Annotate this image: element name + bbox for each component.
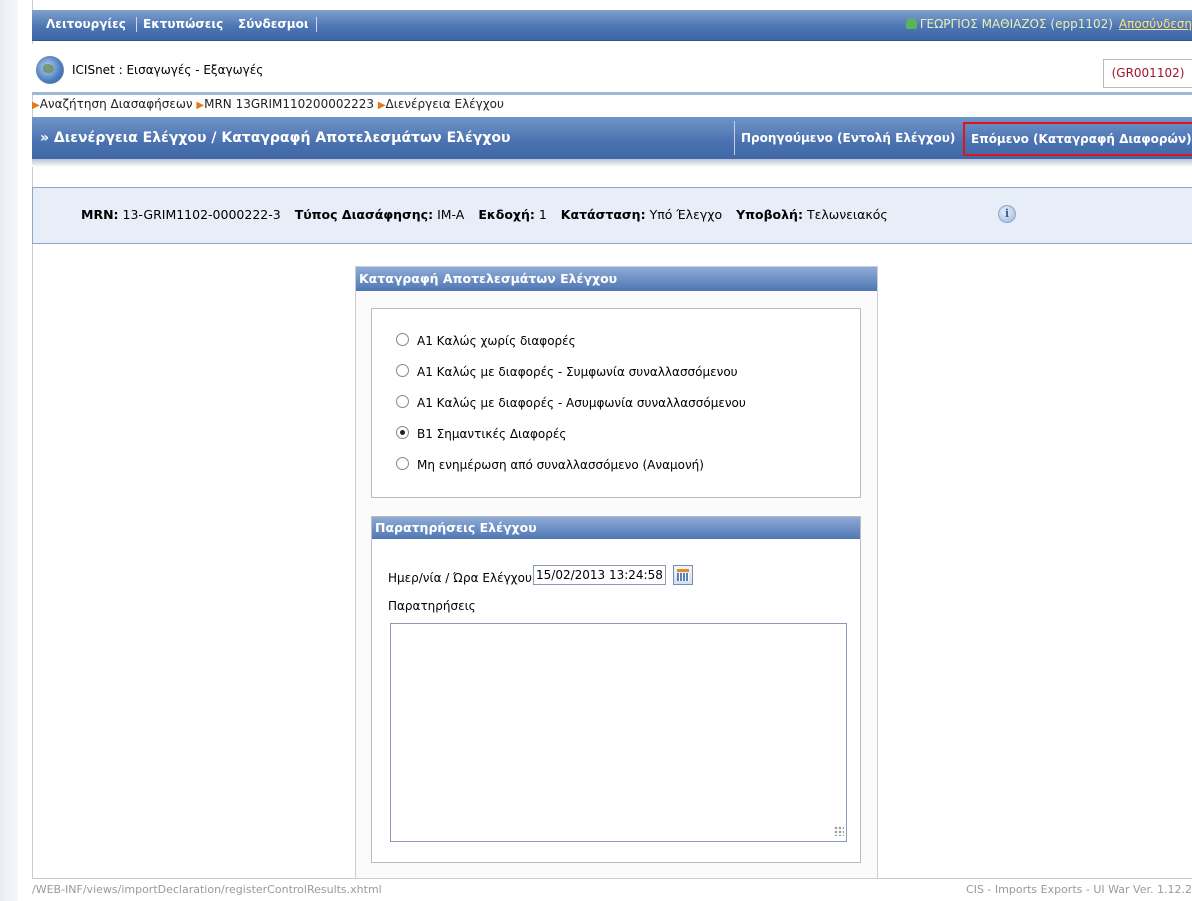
result-option[interactable]: Α1 Καλώς με διαφορές - Συμφωνία συναλλασ… [396, 364, 738, 384]
info-icon[interactable]: i [998, 205, 1016, 223]
remarks-header: Παρατηρήσεις Ελέγχου [372, 517, 860, 539]
office-code-badge: (GR001102) [1103, 59, 1192, 88]
remarks-textarea[interactable] [390, 623, 847, 842]
mrn-label: MRN: [81, 207, 119, 222]
mrn-value: 13-GRIM1102-0000222-3 [122, 207, 281, 222]
user-icon [905, 18, 917, 29]
version-label: Εκδοχή: [478, 207, 535, 222]
control-date-input[interactable] [533, 565, 666, 585]
control-results-panel: Καταγραφή Αποτελεσμάτων Ελέγχου Α1 Καλώς… [355, 266, 878, 879]
result-option-label: Α1 Καλώς με διαφορές - Συμφωνία συναλλασ… [417, 365, 738, 379]
breadcrumb-arrow-icon: ▶ [196, 100, 205, 111]
submit-label: Υποβολή: [736, 207, 803, 222]
radio-button[interactable] [396, 395, 409, 408]
footer-view-path: /WEB-INF/views/importDeclaration/registe… [32, 883, 382, 896]
user-name: ΓΕΩΡΓΙΟΣ ΜΑΘΙΑΖΟΣ (epp1102) [919, 17, 1113, 31]
app-title-row: ICISnet : Εισαγωγές - Εξαγωγές (GR001102… [32, 44, 1192, 95]
status-label: Κατάσταση: [560, 207, 646, 222]
user-area: ΓΕΩΡΓΙΟΣ ΜΑΘΙΑΖΟΣ (epp1102) Αποσύνδεση [905, 17, 1192, 31]
page-header-bar: » Διενέργεια Ελέγχου / Καταγραφή Αποτελε… [32, 117, 1192, 159]
breadcrumb-arrow-icon: ▶ [377, 100, 386, 111]
left-margin-strip [0, 0, 18, 901]
result-option-label: Β1 Σημαντικές Διαφορές [417, 427, 567, 441]
menu-functions[interactable]: Λειτουργίες [46, 17, 126, 31]
result-option[interactable]: Α1 Καλώς χωρίς διαφορές [396, 333, 576, 353]
menu-separator [136, 17, 137, 32]
menu-separator [316, 17, 317, 32]
globe-logo-icon [36, 56, 64, 84]
version-value: 1 [538, 207, 547, 222]
result-option[interactable]: Α1 Καλώς με διαφορές - Ασυμφωνία συναλλα… [396, 395, 746, 415]
resize-grip-icon[interactable] [834, 826, 844, 836]
menu-prints[interactable]: Εκτυπώσεις [143, 17, 223, 31]
app-title: ICISnet : Εισαγωγές - Εξαγωγές [72, 63, 264, 77]
declaration-info: MRN: 13-GRIM1102-0000222-3 Τύπος Διασάφη… [81, 207, 888, 222]
type-label: Τύπος Διασάφησης: [294, 207, 434, 222]
submit-value: Τελωνειακός [806, 207, 888, 222]
status-value: Υπό Έλεγχο [649, 207, 723, 222]
results-header-title: Καταγραφή Αποτελεσμάτων Ελέγχου [359, 271, 618, 286]
radio-button-selected[interactable] [396, 426, 409, 439]
declaration-info-bar: MRN: 13-GRIM1102-0000222-3 Τύπος Διασάφη… [32, 187, 1192, 244]
top-menu-bar: Λειτουργίες Εκτυπώσεις Σύνδεσμοι ΓΕΩΡΓΙΟ… [32, 10, 1192, 41]
result-option-label: Α1 Καλώς με διαφορές - Ασυμφωνία συναλλα… [417, 396, 746, 410]
breadcrumb-item-search[interactable]: Αναζήτηση Διασαφήσεων [40, 97, 193, 111]
header-shadow [32, 159, 1192, 167]
result-option-label: Μη ενημέρωση από συναλλασσόμενο (Αναμονή… [417, 458, 704, 472]
breadcrumb-item-mrn[interactable]: MRN 13GRIM110200002223 [204, 97, 374, 111]
next-button[interactable]: Επόμενο (Καταγραφή Διαφορών) [963, 122, 1192, 156]
calendar-icon[interactable] [673, 565, 693, 585]
results-panel-header: Καταγραφή Αποτελεσμάτων Ελέγχου [356, 267, 877, 291]
footer-version: CIS - Imports Exports - UI War Ver. 1.12… [966, 883, 1192, 896]
results-radio-group: Α1 Καλώς χωρίς διαφορές Α1 Καλώς με διαφ… [371, 308, 861, 498]
result-option[interactable]: Β1 Σημαντικές Διαφορές [396, 426, 566, 446]
result-option-label: Α1 Καλώς χωρίς διαφορές [417, 334, 576, 348]
breadcrumb-item-current: Διενέργεια Ελέγχου [385, 97, 504, 111]
radio-button[interactable] [396, 457, 409, 470]
menu-links[interactable]: Σύνδεσμοι [238, 17, 309, 31]
remarks-label: Παρατηρήσεις [388, 599, 476, 613]
breadcrumb: ▶Αναζήτηση Διασαφήσεων ▶MRN 13GRIM110200… [32, 97, 504, 115]
page-title: » Διενέργεια Ελέγχου / Καταγραφή Αποτελε… [40, 130, 511, 146]
remarks-header-title: Παρατηρήσεις Ελέγχου [375, 520, 537, 535]
radio-button[interactable] [396, 333, 409, 346]
result-option[interactable]: Μη ενημέρωση από συναλλασσόμενο (Αναμονή… [396, 457, 704, 477]
type-value: IM-A [437, 207, 465, 222]
radio-button[interactable] [396, 364, 409, 377]
breadcrumb-arrow-icon: ▶ [32, 100, 40, 111]
previous-button[interactable]: Προηγούμενο (Εντολή Ελέγχου) [734, 121, 965, 155]
logout-link[interactable]: Αποσύνδεση [1119, 17, 1192, 31]
remarks-section: Παρατηρήσεις Ελέγχου Ημερ/νία / Ώρα Ελέγ… [371, 516, 861, 863]
control-date-label: Ημερ/νία / Ώρα Ελέγχου [388, 571, 532, 585]
